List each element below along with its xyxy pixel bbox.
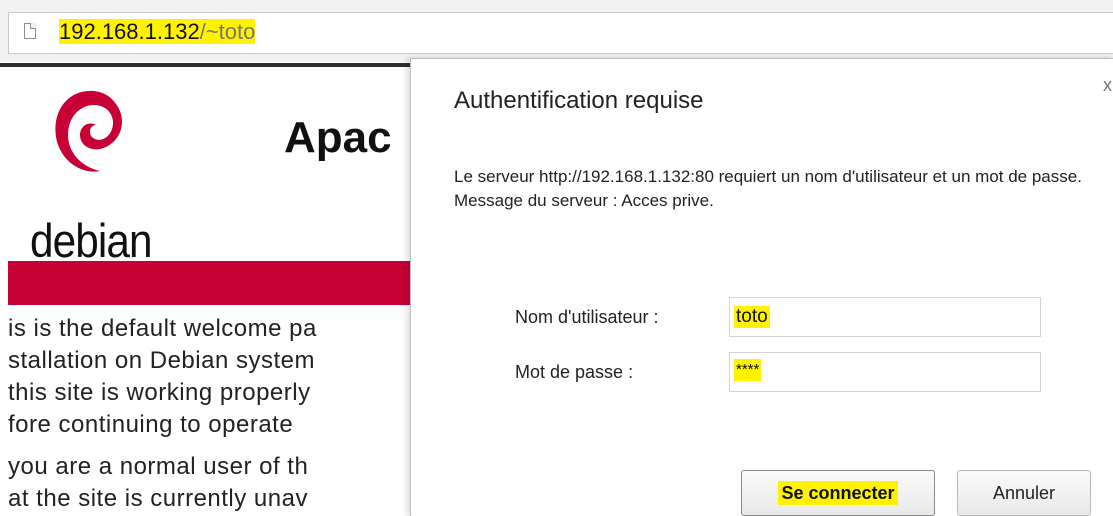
background-page: debian Apac is is the default welcome pa…: [0, 63, 412, 515]
body-line: at the site is currently unav: [8, 485, 308, 512]
browser-toolbar: 192.168.1.132/~toto: [0, 0, 1113, 62]
dialog-message: Le serveur http://192.168.1.132:80 requi…: [454, 167, 1082, 210]
body-line: this site is working properly: [8, 379, 311, 406]
accent-bar: [8, 261, 412, 305]
url-host: 192.168.1.132: [59, 19, 200, 44]
login-button[interactable]: Se connecter: [741, 470, 935, 516]
dialog-title: Authentification requise: [454, 87, 704, 114]
page-top-border: [0, 63, 412, 67]
url-path: /~toto: [199, 19, 256, 44]
body-line: you are a normal user of th: [8, 453, 309, 480]
cancel-button[interactable]: Annuler: [957, 470, 1091, 516]
page-body-text: is is the default welcome pa stallation …: [8, 313, 317, 515]
debian-wordmark: debian: [30, 214, 153, 267]
address-url[interactable]: 192.168.1.132/~toto: [59, 18, 256, 46]
username-label: Nom d'utilisateur :: [515, 307, 659, 327]
auth-dialog: x Authentification requise Le serveur ht…: [410, 58, 1113, 516]
debian-swirl-icon: [55, 90, 122, 172]
body-line: is is the default welcome pa: [8, 315, 317, 342]
login-button-label: Se connecter: [778, 481, 898, 505]
password-value: ****: [734, 359, 762, 381]
page-heading: Apac: [284, 113, 392, 162]
close-icon[interactable]: x: [1103, 75, 1112, 95]
body-line: stallation on Debian system: [8, 347, 315, 374]
page-icon: [24, 23, 36, 39]
password-label: Mot de passe :: [515, 362, 634, 382]
username-value: toto: [734, 306, 770, 328]
body-line: fore continuing to operate: [8, 411, 294, 438]
username-field[interactable]: toto: [729, 297, 1041, 337]
password-field[interactable]: ****: [729, 352, 1041, 392]
